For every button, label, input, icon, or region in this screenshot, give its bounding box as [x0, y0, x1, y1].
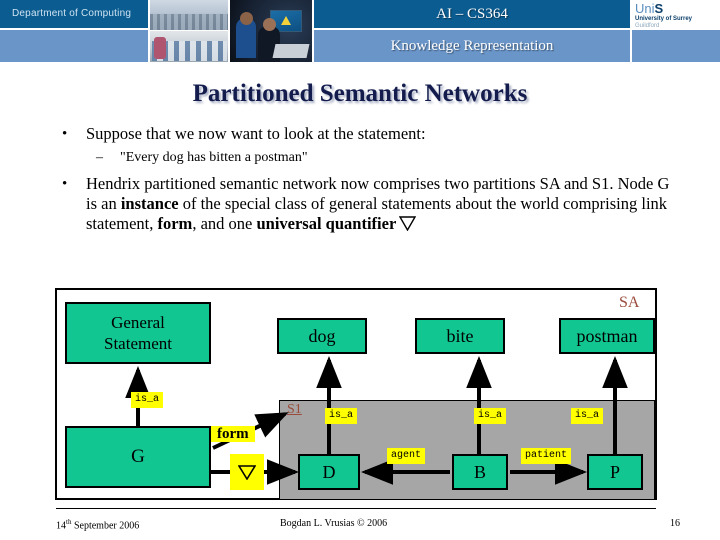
- node-label-line2: Statement: [104, 334, 172, 353]
- node-bite[interactable]: bite: [415, 318, 505, 354]
- node-b[interactable]: B: [452, 454, 508, 490]
- photo-person-two-head: [263, 18, 276, 31]
- slide-footer: 14th September 2006 Bogdan L. Vrusias © …: [0, 508, 720, 540]
- department-label: Department of Computing: [12, 8, 132, 19]
- edge-label-isa-general: is_a: [131, 392, 164, 408]
- photo-screen-triangle: [281, 16, 291, 25]
- forall-triangle-icon: [238, 464, 256, 480]
- logo-university-place: Guildford: [635, 23, 660, 29]
- logo-band-lower: [632, 30, 720, 62]
- body-text: , and one: [192, 214, 257, 233]
- node-dog[interactable]: dog: [277, 318, 367, 354]
- bullet-item-1: • Suppose that we now want to look at th…: [48, 124, 678, 144]
- photo-laptop: [272, 44, 310, 58]
- edge-label-isa-bite: is_a: [474, 408, 507, 424]
- logo-university-name: University of Surrey: [635, 16, 693, 22]
- footer-date-number: 14: [56, 520, 66, 532]
- department-band-lower: [0, 30, 148, 62]
- course-title: AI – CS364: [314, 0, 630, 28]
- photo-students-screen: [230, 0, 312, 62]
- bullet-text-1: Suppose that we now want to look at the …: [86, 124, 426, 143]
- node-d[interactable]: D: [298, 454, 360, 490]
- sub-bullet-marker: –: [96, 150, 103, 165]
- header-photo-collage: [150, 0, 312, 62]
- photo-computer-lab: [150, 31, 228, 62]
- page-title: Partitioned Semantic Networks: [192, 80, 528, 107]
- photo-person-one-head: [240, 12, 253, 25]
- course-subtitle: Knowledge Representation: [314, 30, 630, 62]
- node-general-statement[interactable]: General Statement: [65, 302, 211, 364]
- node-general-statement-label: General Statement: [104, 312, 172, 354]
- node-label-line1: General: [111, 313, 165, 332]
- logo-uni-text: Uni: [635, 1, 655, 16]
- edge-label-patient: patient: [521, 448, 572, 464]
- semantic-network-diagram: S1 SA General Statement G dog bite postma…: [55, 288, 657, 500]
- slide-body: • Suppose that we now want to look at th…: [48, 124, 678, 241]
- emphasis-text: instance: [120, 194, 179, 213]
- bullet-item-2: – "Every dog has bitten a postman": [48, 149, 678, 167]
- department-band: Department of Computing: [0, 0, 148, 28]
- emphasis-text: universal quantifier: [256, 214, 397, 233]
- footer-page-number: 16: [670, 518, 680, 529]
- footer-date: 14th September 2006: [56, 518, 139, 531]
- logo-s-text: S: [654, 1, 664, 16]
- bullet-item-3: • Hendrix partitioned semantic network n…: [48, 174, 678, 236]
- universal-quantifier-icon: [399, 216, 417, 236]
- emphasis-text: form: [157, 214, 193, 233]
- edge-label-isa-dog: is_a: [325, 408, 358, 424]
- footer-author: Bogdan L. Vrusias © 2006: [280, 518, 388, 529]
- photo-lecture-hall: [150, 0, 228, 30]
- bullet-marker: •: [62, 176, 68, 192]
- edge-label-forall: [230, 454, 264, 490]
- edge-label-agent: agent: [387, 448, 426, 464]
- footer-date-rest: September 2006: [71, 520, 140, 532]
- university-logo: UniS University of Surrey Guildford: [632, 0, 720, 29]
- footer-divider: [56, 508, 656, 509]
- edge-label-isa-postman: is_a: [571, 408, 604, 424]
- slide-header: Department of Computing AI – CS364 Knowl…: [0, 0, 720, 62]
- node-p[interactable]: P: [587, 454, 643, 490]
- node-g[interactable]: G: [65, 426, 211, 488]
- bullet-marker: •: [62, 126, 68, 142]
- logo-wordmark: UniS: [632, 0, 720, 16]
- bullet-text-3-rich: Hendrix partitioned semantic network now…: [86, 174, 669, 233]
- edge-label-form: form: [211, 426, 255, 442]
- bullet-text-2: "Every dog has bitten a postman": [120, 150, 308, 165]
- node-postman[interactable]: postman: [559, 318, 655, 354]
